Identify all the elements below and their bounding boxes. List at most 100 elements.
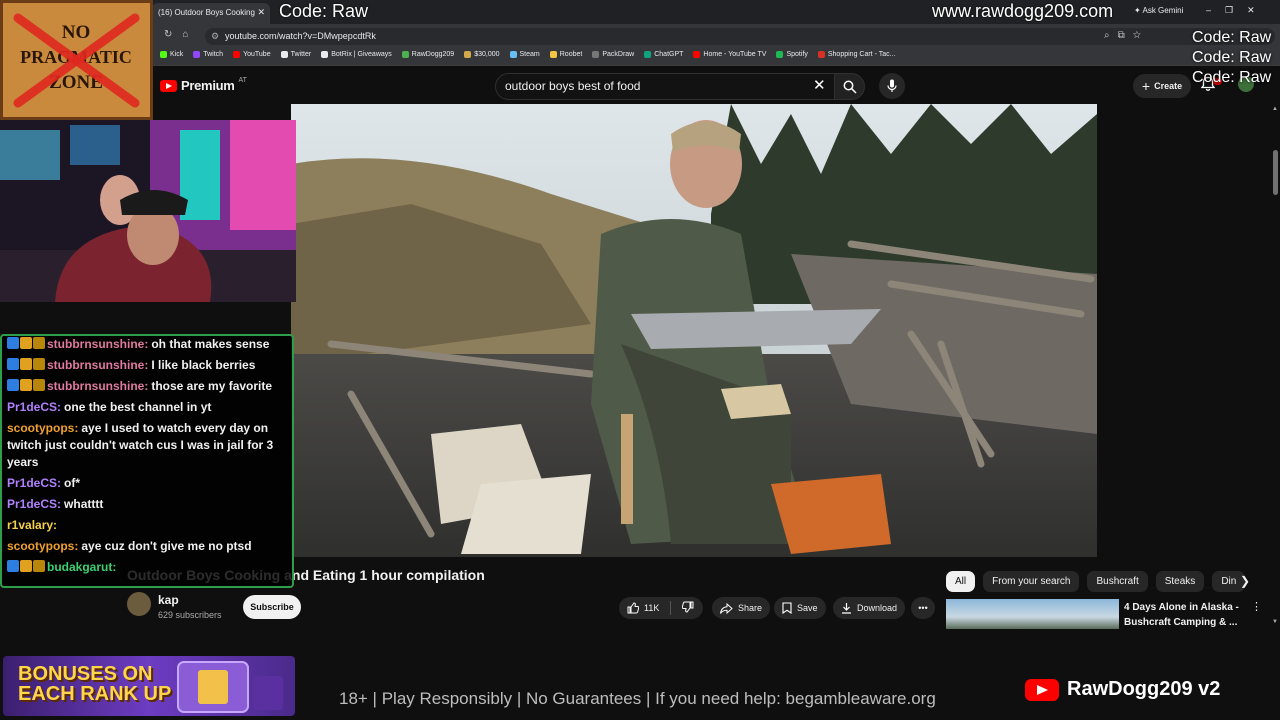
bookmark-item[interactable]: $30,000 bbox=[464, 51, 500, 58]
chat-message: budakgarut: bbox=[7, 559, 287, 576]
chat-badges bbox=[7, 560, 45, 572]
bookmark-favicon-icon bbox=[193, 51, 201, 58]
chat-message: Pr1deCS: whatttt bbox=[7, 496, 287, 513]
bookmark-item[interactable]: PackDraw bbox=[592, 51, 634, 58]
scroll-up-icon[interactable]: ▲ bbox=[1272, 106, 1278, 112]
chat-text: oh that makes sense bbox=[151, 337, 270, 351]
chat-message: Pr1deCS: one the best channel in yt bbox=[7, 399, 287, 416]
thumbs-up-icon bbox=[627, 602, 639, 614]
youtube-premium-logo[interactable]: Premium AT bbox=[160, 77, 247, 93]
share-button[interactable]: Share bbox=[712, 597, 771, 619]
bookmark-item[interactable]: ChatGPT bbox=[644, 51, 683, 58]
restore-icon[interactable]: ❐ bbox=[1225, 5, 1247, 15]
home-icon[interactable]: ⌂ bbox=[182, 29, 198, 40]
search-input[interactable]: outdoor boys best of food bbox=[505, 79, 640, 93]
chat-message: scootypops: aye I used to watch every day… bbox=[7, 420, 287, 471]
chat-text: whatttt bbox=[64, 497, 104, 511]
chevron-right-icon[interactable]: ❯ bbox=[1240, 574, 1250, 588]
recommended-more-icon[interactable]: ⋮ bbox=[1251, 600, 1262, 613]
bookmark-label: ChatGPT bbox=[654, 51, 684, 58]
chat-text: aye cuz don't give me no ptsd bbox=[81, 539, 252, 553]
bookmark-favicon-icon bbox=[592, 51, 600, 58]
secondary-column bbox=[1097, 104, 1270, 557]
bookmark-item[interactable]: Roobet bbox=[549, 51, 583, 58]
filter-chip[interactable]: From your search bbox=[983, 571, 1080, 592]
chat-username: scootypops: bbox=[7, 421, 79, 435]
filter-chip[interactable]: All bbox=[946, 571, 976, 592]
bookmark-item[interactable]: Kick bbox=[160, 51, 183, 58]
bookmark-item[interactable]: BotRix | Giveaways bbox=[321, 51, 392, 58]
tab-close-icon[interactable]: ✕ bbox=[257, 7, 265, 18]
voice-search-button[interactable] bbox=[879, 73, 905, 99]
bookmark-item[interactable]: Shopping Cart - Tac... bbox=[817, 51, 895, 58]
bookmark-item[interactable]: Spotify bbox=[776, 51, 808, 58]
more-actions-button[interactable]: ••• bbox=[911, 597, 935, 619]
bookmark-favicon-icon bbox=[464, 51, 472, 58]
reload-icon[interactable]: ↻ bbox=[164, 29, 182, 40]
bookmark-label: Twitter bbox=[290, 51, 312, 58]
youtube-play-icon bbox=[160, 79, 177, 92]
chat-badge-icon bbox=[7, 560, 19, 572]
recommended-title[interactable]: 4 Days Alone in Alaska - Bushcraft Campi… bbox=[1124, 600, 1244, 630]
download-button[interactable]: Download bbox=[833, 597, 906, 619]
chat-username: Pr1deCS: bbox=[7, 400, 62, 414]
dislike-button[interactable] bbox=[682, 601, 694, 615]
chat-username: stubbrnsunshine: bbox=[47, 337, 149, 351]
share-label: Share bbox=[738, 603, 763, 613]
zoom-icon[interactable]: ⌕ bbox=[1104, 30, 1118, 41]
bookmark-star-icon[interactable]: ☆ bbox=[1133, 30, 1149, 41]
clear-search-icon[interactable]: ✕ bbox=[813, 76, 826, 94]
video-player[interactable] bbox=[291, 104, 1097, 557]
chat-badges bbox=[7, 379, 45, 391]
bookmark-item[interactable]: Steam bbox=[509, 51, 540, 58]
ask-gemini-button[interactable]: ✦ Ask Gemini bbox=[1134, 6, 1183, 15]
bookmark-label: Steam bbox=[519, 51, 540, 58]
minimize-icon[interactable]: – bbox=[1206, 5, 1225, 15]
recommended-thumbnail[interactable] bbox=[946, 599, 1119, 629]
site-info-icon[interactable]: ⚙ bbox=[211, 31, 219, 42]
channel-name[interactable]: kap bbox=[158, 593, 179, 607]
bookmark-favicon-icon bbox=[233, 51, 241, 58]
chat-badges bbox=[7, 337, 45, 349]
like-count: 11K bbox=[644, 603, 660, 613]
stream-chat: stubbrnsunshine: oh that makes sense stubb… bbox=[0, 334, 294, 588]
chat-badge-icon bbox=[20, 379, 32, 391]
chat-username: scootypops: bbox=[7, 539, 79, 553]
save-button[interactable]: Save bbox=[774, 597, 826, 619]
close-window-icon[interactable]: ✕ bbox=[1247, 5, 1269, 15]
subscribe-button[interactable]: Subscribe bbox=[243, 595, 301, 619]
chat-badge-icon bbox=[33, 560, 45, 572]
search-button[interactable] bbox=[835, 73, 865, 100]
url-text: youtube.com/watch?v=DMwpepcdtRk bbox=[225, 31, 376, 41]
no-pragmatic-zone-graphic: NO PRAGMATIC ZONE bbox=[13, 13, 140, 108]
bookmark-label: Roobet bbox=[559, 51, 583, 58]
bookmark-item[interactable]: Twitch bbox=[193, 51, 223, 58]
bonus-line-1: BONUSES ON bbox=[18, 663, 153, 685]
install-icon[interactable]: ⧉ bbox=[1118, 30, 1133, 41]
bookmark-favicon-icon bbox=[160, 51, 167, 58]
chat-message: stubbrnsunshine: oh that makes sense bbox=[7, 336, 287, 353]
filter-chip[interactable]: Steaks bbox=[1155, 571, 1205, 592]
chat-badge-icon bbox=[7, 337, 19, 349]
bookmark-label: $30,000 bbox=[474, 51, 500, 58]
scrollbar-thumb[interactable] bbox=[1273, 150, 1278, 195]
scroll-down-icon[interactable]: ▼ bbox=[1272, 619, 1278, 625]
more-dots-icon: ••• bbox=[918, 603, 928, 613]
like-button[interactable]: 11K bbox=[627, 602, 659, 614]
chat-badge-icon bbox=[33, 337, 45, 349]
logo-word: Premium bbox=[181, 78, 235, 93]
chat-message: stubbrnsunshine: those are my favorite bbox=[7, 378, 287, 395]
bookmark-item[interactable]: YouTube bbox=[233, 51, 271, 58]
channel-avatar[interactable] bbox=[127, 592, 151, 616]
create-button[interactable]: + Create bbox=[1133, 74, 1191, 98]
bookmark-favicon-icon bbox=[549, 51, 557, 58]
bookmark-item[interactable]: Twitter bbox=[280, 51, 312, 58]
bookmark-label: Twitch bbox=[203, 51, 224, 58]
filter-chip[interactable]: Bushcraft bbox=[1087, 571, 1148, 592]
create-label: Create bbox=[1154, 81, 1183, 91]
browser-tab[interactable]: (16) Outdoor Boys Cooking ✕ bbox=[152, 3, 270, 24]
chat-username: stubbrnsunshine: bbox=[47, 358, 149, 372]
window-controls[interactable]: –❐✕ bbox=[1206, 5, 1269, 16]
bookmark-item[interactable]: RawDogg209 bbox=[401, 51, 454, 58]
bookmark-item[interactable]: Home - YouTube TV bbox=[693, 51, 766, 58]
